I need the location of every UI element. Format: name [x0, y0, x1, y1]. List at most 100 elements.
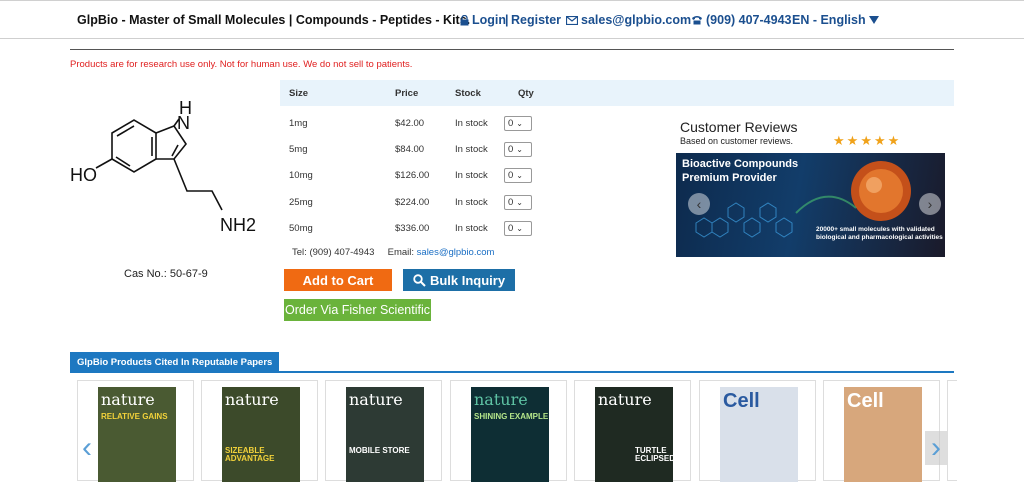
chevron-left-icon: ‹: [82, 431, 92, 464]
row-price: $224.00: [395, 196, 430, 208]
bulk-inquiry-label: Bulk Inquiry: [429, 272, 506, 288]
tel-value: (909) 407-4943: [309, 247, 375, 258]
email-link[interactable]: sales@glpbio.com: [566, 13, 691, 27]
brand-tagline: GlpBio - Master of Small Molecules | Com…: [77, 13, 471, 27]
contact-email-link[interactable]: sales@glpbio.com: [417, 247, 495, 258]
lock-icon: [460, 14, 469, 25]
qty-select[interactable]: 0 ⌄: [504, 220, 532, 236]
nh2-label: NH2: [220, 215, 256, 235]
qty-select[interactable]: 0 ⌄: [504, 115, 532, 131]
tel-label: Tel:: [292, 247, 307, 258]
n-label: N: [177, 113, 190, 133]
cover-title: nature: [101, 390, 155, 409]
row-price: $42.00: [395, 117, 425, 129]
cover-subtitle: RELATIVE GAINS: [101, 412, 168, 421]
star-icon: ★: [873, 133, 886, 148]
row-size: 25mg: [289, 196, 313, 208]
banner-line-1: Bioactive Compounds: [682, 158, 799, 170]
chevron-down-icon: ⌄: [516, 144, 523, 154]
chevron-right-icon: ›: [931, 431, 941, 464]
qty-select[interactable]: 0 ⌄: [504, 141, 532, 157]
cover-title: nature: [474, 390, 528, 409]
cover-subtitle: SIZEABLE ADVANTAGE: [225, 446, 275, 463]
journal-cover: nature MOBILE STORE: [346, 387, 424, 482]
cover-title: Cell: [847, 390, 884, 412]
promo-banner[interactable]: Bioactive Compounds Premium Provider 200…: [676, 153, 945, 257]
email-label: Email:: [387, 247, 415, 258]
header-price: Price: [395, 87, 419, 99]
chevron-down-icon: ⌄: [516, 223, 523, 233]
chevron-down-icon: ⌄: [516, 197, 523, 207]
paper-card[interactable]: nature MOBILE STORE: [325, 380, 442, 482]
row-size: 50mg: [289, 222, 313, 234]
phone-icon: [692, 16, 702, 25]
top-header: GlpBio - Master of Small Molecules | Com…: [0, 0, 1024, 39]
banner-caption: 20000+ small molecules with validated bi…: [816, 226, 943, 242]
star-icon: ★: [860, 133, 872, 148]
ho-label: HO: [70, 165, 97, 185]
reviews-title: Customer Reviews: [680, 119, 798, 135]
paper-card[interactable]: nature SHINING EXAMPLE: [450, 380, 567, 482]
journal-cover: Cell: [844, 387, 922, 482]
search-icon: [413, 273, 426, 287]
fisher-order-button[interactable]: Order Via Fisher Scientific: [284, 299, 431, 321]
login-link[interactable]: Login: [460, 13, 506, 27]
language-selector[interactable]: EN - English: [792, 13, 879, 27]
contact-line: Tel: (909) 407-4943 Email: sales@glpbio.…: [292, 247, 494, 258]
divider: [70, 49, 954, 50]
qty-select[interactable]: 0 ⌄: [504, 194, 532, 210]
header-qty: Qty: [518, 87, 534, 99]
language-label: EN - English: [792, 13, 866, 27]
journal-cover: Cell: [720, 387, 798, 482]
row-size: 10mg: [289, 170, 313, 182]
journal-cover: nature SHINING EXAMPLE: [471, 387, 549, 482]
chevron-down-icon: ⌄: [516, 171, 523, 181]
reviews-subtitle: Based on customer reviews.: [680, 136, 794, 146]
cover-title: nature: [598, 390, 652, 409]
cover-subtitle: TURTLE ECLIPSED: [635, 446, 673, 463]
phone-label: (909) 407-4943: [706, 13, 792, 27]
phone-link[interactable]: (909) 407-4943: [691, 13, 791, 27]
add-to-cart-button[interactable]: Add to Cart: [284, 269, 392, 291]
row-price: $84.00: [395, 143, 425, 155]
cited-tab[interactable]: GlpBio Products Cited In Reputable Paper…: [70, 352, 280, 373]
molecule-structure: H N HO NH2: [70, 98, 256, 235]
banner-line-2: Premium Provider: [682, 172, 777, 184]
row-size: 5mg: [289, 143, 308, 155]
paper-card[interactable]: Cell: [699, 380, 816, 482]
row-size: 1mg: [289, 117, 308, 129]
banner-prev-button[interactable]: ‹: [688, 193, 710, 215]
bulk-inquiry-button[interactable]: Bulk Inquiry: [403, 269, 515, 291]
paper-card[interactable]: [947, 380, 957, 481]
journal-cover: nature SIZEABLE ADVANTAGE: [222, 387, 300, 482]
paper-card[interactable]: Cell: [823, 380, 940, 482]
register-link[interactable]: Register: [511, 13, 561, 27]
qty-select[interactable]: 0 ⌄: [504, 168, 532, 184]
banner-next-button[interactable]: ›: [919, 193, 941, 215]
header-stock: Stock: [455, 87, 481, 99]
paper-carousel: nature RELATIVE GAINS nature SIZEABLE AD…: [77, 380, 957, 482]
star-icon: ★: [833, 133, 845, 148]
email-label: sales@glpbio.com: [581, 13, 692, 27]
cas-number: Cas No.: 50-67-9: [124, 268, 208, 280]
cited-section-bar: GlpBio Products Cited In Reputable Paper…: [70, 352, 954, 373]
chevron-down-icon: [868, 16, 879, 24]
carousel-prev-button[interactable]: ‹: [76, 431, 98, 465]
chevron-right-icon: ›: [927, 196, 933, 212]
chevron-left-icon: ‹: [696, 196, 702, 212]
table-header: Size Price Stock Qty: [280, 80, 954, 106]
research-disclaimer: Products are for research use only. Not …: [70, 59, 413, 70]
star-icon: ★: [887, 133, 900, 148]
paper-card[interactable]: nature TURTLE ECLIPSED: [574, 380, 691, 482]
login-label: Login: [472, 13, 507, 27]
paper-card[interactable]: nature SIZEABLE ADVANTAGE: [201, 380, 318, 482]
cover-subtitle: SHINING EXAMPLE: [474, 412, 549, 421]
mail-icon: [566, 15, 578, 25]
header-size: Size: [289, 87, 309, 99]
journal-cover: nature TURTLE ECLIPSED: [595, 387, 673, 482]
journal-cover: nature RELATIVE GAINS: [98, 387, 176, 482]
carousel-next-button[interactable]: ›: [925, 431, 947, 465]
cover-subtitle: MOBILE STORE: [349, 446, 410, 455]
row-price: $126.00: [395, 170, 430, 182]
cover-title: Cell: [723, 390, 760, 412]
